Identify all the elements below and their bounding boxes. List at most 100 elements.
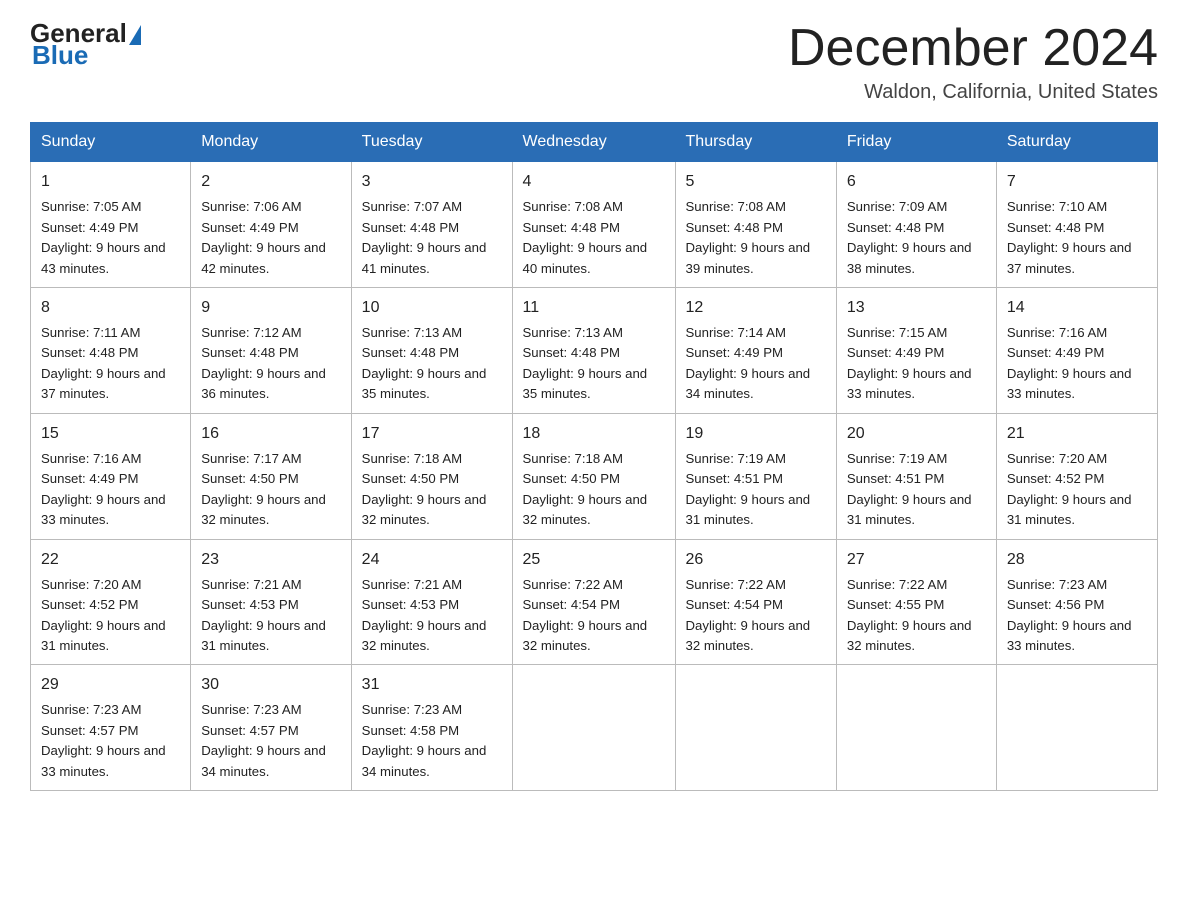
day-info: Sunrise: 7:10 AMSunset: 4:48 PMDaylight:… xyxy=(1007,197,1147,279)
day-number: 27 xyxy=(847,548,986,572)
day-number: 20 xyxy=(847,422,986,446)
logo-blue-text: Blue xyxy=(32,42,141,68)
day-info: Sunrise: 7:23 AMSunset: 4:57 PMDaylight:… xyxy=(201,700,340,782)
calendar-day-cell: 25 Sunrise: 7:22 AMSunset: 4:54 PMDayligh… xyxy=(512,539,675,665)
day-number: 30 xyxy=(201,673,340,697)
day-number: 15 xyxy=(41,422,180,446)
day-info: Sunrise: 7:20 AMSunset: 4:52 PMDaylight:… xyxy=(41,575,180,657)
day-number: 12 xyxy=(686,296,826,320)
day-info: Sunrise: 7:21 AMSunset: 4:53 PMDaylight:… xyxy=(362,575,502,657)
calendar-day-cell xyxy=(512,665,675,791)
day-number: 7 xyxy=(1007,170,1147,194)
day-number: 1 xyxy=(41,170,180,194)
calendar-day-cell: 4Sunrise: 7:08 AMSunset: 4:48 PMDaylight… xyxy=(512,162,675,288)
day-number: 28 xyxy=(1007,548,1147,572)
day-info: Sunrise: 7:21 AMSunset: 4:53 PMDaylight:… xyxy=(201,575,340,657)
calendar-day-cell: 9 Sunrise: 7:12 AMSunset: 4:48 PMDaylight… xyxy=(191,288,351,414)
day-of-week-header: Wednesday xyxy=(512,123,675,162)
day-info: Sunrise: 7:11 AMSunset: 4:48 PMDaylight:… xyxy=(41,323,180,405)
calendar-day-cell: 15Sunrise: 7:16 AMSunset: 4:49 PMDayligh… xyxy=(31,413,191,539)
day-info: Sunrise: 7:05 AMSunset: 4:49 PMDaylight:… xyxy=(41,197,180,279)
calendar-day-cell: 22 Sunrise: 7:20 AMSunset: 4:52 PMDayligh… xyxy=(31,539,191,665)
calendar-day-cell: 10Sunrise: 7:13 AMSunset: 4:48 PMDayligh… xyxy=(351,288,512,414)
calendar-header-row: SundayMondayTuesdayWednesdayThursdayFrid… xyxy=(31,123,1158,162)
day-number: 14 xyxy=(1007,296,1147,320)
day-number: 23 xyxy=(201,548,340,572)
day-info: Sunrise: 7:20 AMSunset: 4:52 PMDaylight:… xyxy=(1007,449,1147,531)
day-of-week-header: Tuesday xyxy=(351,123,512,162)
calendar-day-cell: 14 Sunrise: 7:16 AMSunset: 4:49 PMDayligh… xyxy=(996,288,1157,414)
calendar-day-cell: 17Sunrise: 7:18 AMSunset: 4:50 PMDayligh… xyxy=(351,413,512,539)
day-info: Sunrise: 7:13 AMSunset: 4:48 PMDaylight:… xyxy=(362,323,502,405)
calendar-day-cell: 23 Sunrise: 7:21 AMSunset: 4:53 PMDayligh… xyxy=(191,539,351,665)
location-subtitle: Waldon, California, United States xyxy=(788,81,1158,104)
calendar-day-cell: 7 Sunrise: 7:10 AMSunset: 4:48 PMDaylight… xyxy=(996,162,1157,288)
calendar-week-row: 29 Sunrise: 7:23 AMSunset: 4:57 PMDayligh… xyxy=(31,665,1158,791)
day-number: 21 xyxy=(1007,422,1147,446)
day-of-week-header: Monday xyxy=(191,123,351,162)
month-year-title: December 2024 xyxy=(788,20,1158,77)
day-of-week-header: Friday xyxy=(836,123,996,162)
calendar-day-cell: 5Sunrise: 7:08 AMSunset: 4:48 PMDaylight… xyxy=(675,162,836,288)
day-number: 16 xyxy=(201,422,340,446)
calendar-day-cell: 13 Sunrise: 7:15 AMSunset: 4:49 PMDayligh… xyxy=(836,288,996,414)
day-number: 6 xyxy=(847,170,986,194)
calendar-day-cell: 31 Sunrise: 7:23 AMSunset: 4:58 PMDayligh… xyxy=(351,665,512,791)
day-info: Sunrise: 7:14 AMSunset: 4:49 PMDaylight:… xyxy=(686,323,826,405)
calendar-day-cell: 29 Sunrise: 7:23 AMSunset: 4:57 PMDayligh… xyxy=(31,665,191,791)
day-info: Sunrise: 7:09 AMSunset: 4:48 PMDaylight:… xyxy=(847,197,986,279)
calendar-day-cell: 6 Sunrise: 7:09 AMSunset: 4:48 PMDaylight… xyxy=(836,162,996,288)
calendar-day-cell: 1 Sunrise: 7:05 AMSunset: 4:49 PMDaylight… xyxy=(31,162,191,288)
calendar-day-cell: 30 Sunrise: 7:23 AMSunset: 4:57 PMDayligh… xyxy=(191,665,351,791)
day-info: Sunrise: 7:08 AMSunset: 4:48 PMDaylight:… xyxy=(523,197,665,279)
calendar-day-cell: 27 Sunrise: 7:22 AMSunset: 4:55 PMDayligh… xyxy=(836,539,996,665)
day-info: Sunrise: 7:23 AMSunset: 4:57 PMDaylight:… xyxy=(41,700,180,782)
day-number: 3 xyxy=(362,170,502,194)
calendar-day-cell: 16 Sunrise: 7:17 AMSunset: 4:50 PMDayligh… xyxy=(191,413,351,539)
day-info: Sunrise: 7:22 AMSunset: 4:54 PMDaylight:… xyxy=(523,575,665,657)
logo: General Blue xyxy=(30,20,141,68)
calendar-day-cell: 11 Sunrise: 7:13 AMSunset: 4:48 PMDayligh… xyxy=(512,288,675,414)
day-number: 13 xyxy=(847,296,986,320)
calendar-day-cell: 8 Sunrise: 7:11 AMSunset: 4:48 PMDaylight… xyxy=(31,288,191,414)
calendar-week-row: 22 Sunrise: 7:20 AMSunset: 4:52 PMDayligh… xyxy=(31,539,1158,665)
day-of-week-header: Sunday xyxy=(31,123,191,162)
day-number: 9 xyxy=(201,296,340,320)
calendar-day-cell: 21 Sunrise: 7:20 AMSunset: 4:52 PMDayligh… xyxy=(996,413,1157,539)
day-number: 25 xyxy=(523,548,665,572)
day-number: 11 xyxy=(523,296,665,320)
calendar-day-cell: 28 Sunrise: 7:23 AMSunset: 4:56 PMDayligh… xyxy=(996,539,1157,665)
logo-triangle-icon xyxy=(129,25,141,45)
day-number: 24 xyxy=(362,548,502,572)
day-info: Sunrise: 7:15 AMSunset: 4:49 PMDaylight:… xyxy=(847,323,986,405)
day-info: Sunrise: 7:07 AMSunset: 4:48 PMDaylight:… xyxy=(362,197,502,279)
calendar-day-cell xyxy=(836,665,996,791)
day-number: 31 xyxy=(362,673,502,697)
calendar-day-cell: 24 Sunrise: 7:21 AMSunset: 4:53 PMDayligh… xyxy=(351,539,512,665)
day-info: Sunrise: 7:23 AMSunset: 4:58 PMDaylight:… xyxy=(362,700,502,782)
calendar-day-cell: 20Sunrise: 7:19 AMSunset: 4:51 PMDayligh… xyxy=(836,413,996,539)
calendar-day-cell xyxy=(675,665,836,791)
day-number: 5 xyxy=(686,170,826,194)
day-info: Sunrise: 7:18 AMSunset: 4:50 PMDaylight:… xyxy=(523,449,665,531)
day-info: Sunrise: 7:23 AMSunset: 4:56 PMDaylight:… xyxy=(1007,575,1147,657)
calendar-day-cell: 19Sunrise: 7:19 AMSunset: 4:51 PMDayligh… xyxy=(675,413,836,539)
day-info: Sunrise: 7:13 AMSunset: 4:48 PMDaylight:… xyxy=(523,323,665,405)
day-number: 8 xyxy=(41,296,180,320)
day-info: Sunrise: 7:22 AMSunset: 4:55 PMDaylight:… xyxy=(847,575,986,657)
day-number: 22 xyxy=(41,548,180,572)
day-of-week-header: Thursday xyxy=(675,123,836,162)
day-number: 18 xyxy=(523,422,665,446)
day-number: 19 xyxy=(686,422,826,446)
day-number: 2 xyxy=(201,170,340,194)
page-header: General Blue December 2024 Waldon, Calif… xyxy=(30,20,1158,104)
calendar-week-row: 15Sunrise: 7:16 AMSunset: 4:49 PMDayligh… xyxy=(31,413,1158,539)
day-number: 29 xyxy=(41,673,180,697)
day-info: Sunrise: 7:12 AMSunset: 4:48 PMDaylight:… xyxy=(201,323,340,405)
day-info: Sunrise: 7:06 AMSunset: 4:49 PMDaylight:… xyxy=(201,197,340,279)
calendar-day-cell: 12 Sunrise: 7:14 AMSunset: 4:49 PMDayligh… xyxy=(675,288,836,414)
calendar-day-cell: 26Sunrise: 7:22 AMSunset: 4:54 PMDayligh… xyxy=(675,539,836,665)
day-info: Sunrise: 7:16 AMSunset: 4:49 PMDaylight:… xyxy=(1007,323,1147,405)
day-info: Sunrise: 7:17 AMSunset: 4:50 PMDaylight:… xyxy=(201,449,340,531)
calendar-week-row: 8 Sunrise: 7:11 AMSunset: 4:48 PMDaylight… xyxy=(31,288,1158,414)
